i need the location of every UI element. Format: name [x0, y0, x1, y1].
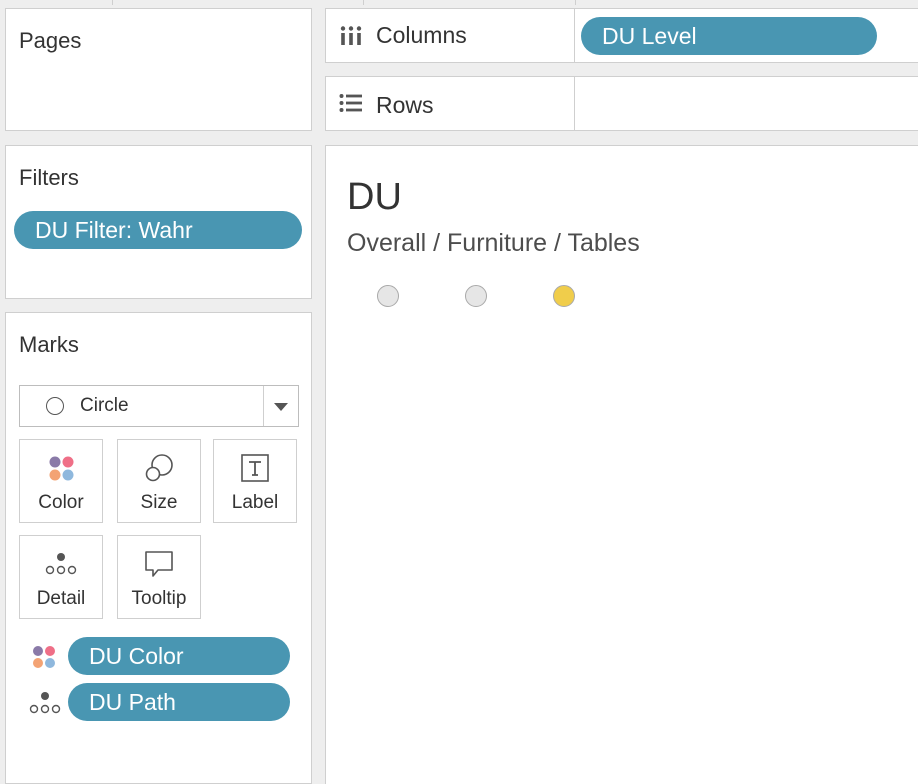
marks-title: Marks: [19, 332, 79, 357]
color-button-label: Color: [38, 492, 84, 513]
rows-icon: [339, 94, 363, 117]
color-dots-icon: [30, 643, 58, 676]
tooltip-bubble-icon: [118, 548, 200, 580]
mark-type-label: Circle: [80, 395, 129, 416]
filter-pill-du-filter[interactable]: DU Filter: Wahr: [14, 211, 302, 249]
detail-button[interactable]: Detail: [19, 535, 103, 619]
chevron-down-icon[interactable]: [274, 403, 288, 411]
tooltip-button[interactable]: Tooltip: [117, 535, 201, 619]
field-pill-du-path[interactable]: DU Path: [68, 683, 290, 721]
tick-mark: [575, 0, 576, 5]
rows-label: Rows: [376, 92, 434, 118]
size-circles-icon: [118, 452, 200, 484]
color-field-row: DU Color: [6, 637, 311, 677]
view-title: DU: [347, 176, 402, 218]
size-button-label: Size: [140, 492, 178, 513]
tick-mark: [363, 0, 364, 5]
shelf-divider: [574, 77, 575, 130]
dropdown-divider: [263, 386, 264, 426]
color-button[interactable]: Color: [19, 439, 103, 523]
tick-mark: [112, 0, 113, 5]
columns-label: Columns: [376, 22, 467, 48]
circle-mark-icon: [46, 397, 64, 415]
shelf-divider: [574, 9, 575, 62]
tooltip-button-label: Tooltip: [131, 588, 187, 609]
mark-circle-furniture[interactable]: [465, 285, 487, 307]
top-edge: [0, 0, 918, 6]
filters-card[interactable]: Filters DU Filter: Wahr: [5, 145, 312, 299]
columns-shelf[interactable]: Columns DU Level: [325, 8, 918, 63]
mark-circle-overall[interactable]: [377, 285, 399, 307]
pages-title: Pages: [19, 28, 82, 53]
column-pill-du-level[interactable]: DU Level: [581, 17, 877, 55]
detail-field-row: DU Path: [6, 683, 311, 723]
detail-button-label: Detail: [36, 588, 86, 609]
mark-circle-tables[interactable]: [553, 285, 575, 307]
field-pill-du-color[interactable]: DU Color: [68, 637, 290, 675]
marks-card: Marks Circle Color Size Label Detail Too…: [5, 312, 312, 784]
view-canvas[interactable]: DU Overall / Furniture / Tables: [325, 145, 918, 784]
rows-shelf[interactable]: Rows: [325, 76, 918, 131]
label-button-label: Label: [231, 492, 279, 513]
detail-dots-icon: [20, 548, 102, 580]
pages-card[interactable]: Pages: [5, 8, 312, 131]
color-dots-icon: [20, 452, 102, 484]
label-button[interactable]: Label: [213, 439, 297, 523]
size-button[interactable]: Size: [117, 439, 201, 523]
view-path-breadcrumb: Overall / Furniture / Tables: [347, 229, 640, 257]
mark-type-dropdown[interactable]: Circle: [19, 385, 299, 427]
text-label-icon: [214, 452, 296, 484]
filters-title: Filters: [19, 165, 79, 190]
detail-dots-icon: [28, 689, 62, 722]
columns-icon: [340, 26, 362, 51]
